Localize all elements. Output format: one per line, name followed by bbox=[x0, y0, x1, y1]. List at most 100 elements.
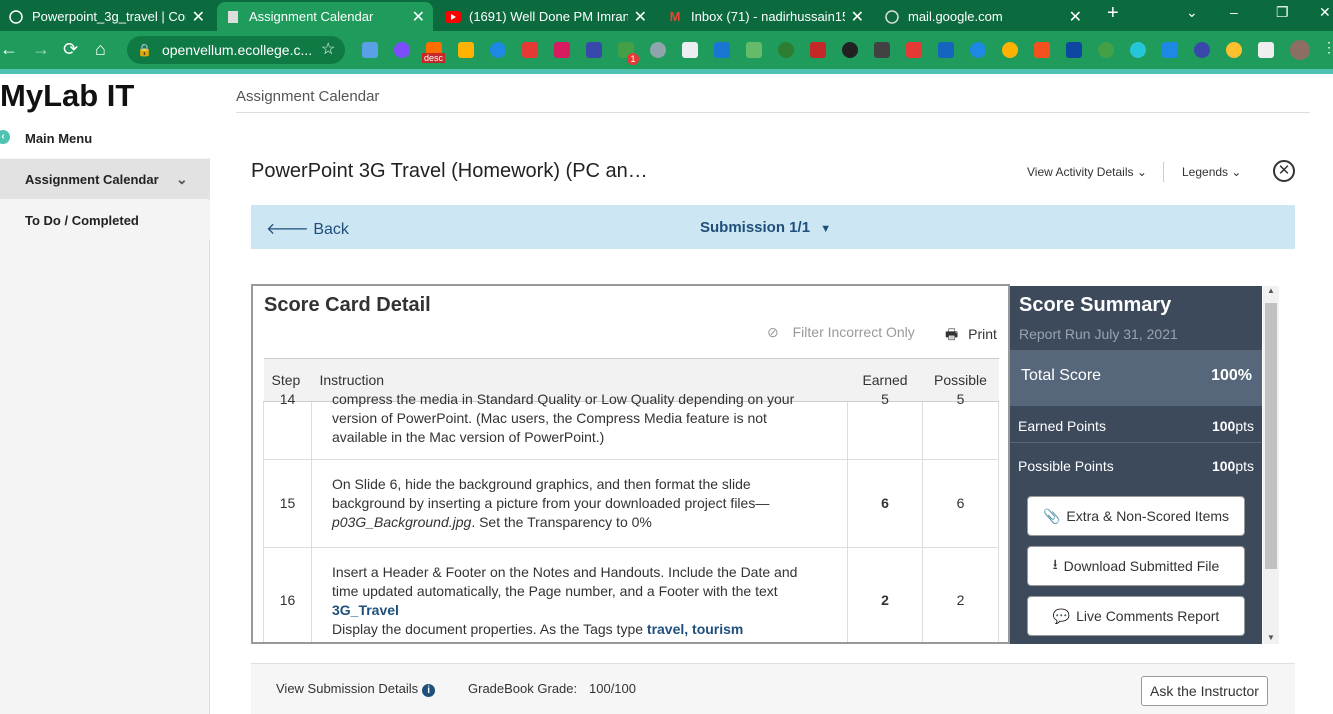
reload-icon[interactable]: ⟳ bbox=[63, 39, 78, 60]
back-arrow-icon[interactable]: ← bbox=[0, 39, 18, 60]
extension-icon[interactable] bbox=[554, 42, 570, 58]
submission-selector[interactable]: Submission 1/1 ▼ bbox=[700, 219, 831, 236]
browser-tab[interactable]: M Inbox (71) - nadirhussain15ar ✕ bbox=[659, 2, 872, 31]
extension-icon[interactable] bbox=[1226, 42, 1242, 58]
sidebar-item-main-menu[interactable]: ‹ Main Menu bbox=[0, 118, 210, 158]
minimize-icon[interactable]: – bbox=[1230, 4, 1238, 20]
instruction-line: Display the document properties. As the … bbox=[332, 620, 827, 639]
extension-icon[interactable] bbox=[650, 42, 666, 58]
close-tab-icon[interactable]: ✕ bbox=[412, 7, 425, 27]
extension-badge: desc bbox=[422, 53, 446, 63]
browser-tab[interactable]: mail.google.com ✕ bbox=[876, 2, 1090, 31]
extension-icon[interactable] bbox=[1002, 42, 1018, 58]
scroll-up-icon[interactable]: ▲ bbox=[1267, 286, 1275, 295]
total-score-value: 100% bbox=[1211, 367, 1252, 384]
tab-title: mail.google.com bbox=[908, 9, 1003, 24]
scrollbar[interactable]: ▲ ▼ bbox=[1263, 286, 1279, 644]
ask-instructor-button[interactable]: Ask the Instructor bbox=[1141, 676, 1268, 706]
tab-title: Powerpoint_3g_travel | Comp bbox=[32, 9, 186, 24]
home-icon[interactable]: ⌂ bbox=[95, 39, 106, 60]
instruction-text: . Set the Transparency to 0% bbox=[471, 514, 652, 530]
view-activity-details-dropdown[interactable]: View Activity Details ⌄ bbox=[1027, 165, 1147, 179]
print-button[interactable]: 🖶 Print bbox=[945, 324, 997, 348]
extension-icon[interactable] bbox=[810, 42, 826, 58]
points-unit: pts bbox=[1235, 458, 1254, 474]
app-brand: MyLab IT bbox=[0, 74, 210, 118]
instruction-line: available in the Mac version of PowerPoi… bbox=[331, 429, 605, 445]
sidebar-item-todo-completed[interactable]: To Do / Completed bbox=[0, 200, 210, 240]
score-table-container[interactable]: Step Instruction Earned Possible 14 comp… bbox=[263, 358, 999, 642]
extension-icon[interactable] bbox=[1098, 42, 1114, 58]
browser-tab-active[interactable]: Assignment Calendar ✕ bbox=[217, 2, 433, 31]
new-tab-icon[interactable]: + bbox=[1107, 2, 1119, 25]
more-menu-icon[interactable]: ⋮ bbox=[1322, 39, 1333, 56]
extension-icon[interactable] bbox=[1130, 42, 1146, 58]
tab-search-icon[interactable]: ⌄ bbox=[1186, 4, 1198, 21]
scrollbar-thumb[interactable] bbox=[1265, 303, 1277, 569]
earned-cell: 5 bbox=[847, 391, 923, 460]
extension-icon[interactable] bbox=[746, 42, 762, 58]
filter-incorrect-toggle[interactable]: ⊘ Filter Incorrect Only bbox=[767, 324, 915, 341]
extension-icon[interactable] bbox=[682, 42, 698, 58]
extension-icon[interactable] bbox=[1034, 42, 1050, 58]
browser-toolbar: ← → ⟳ ⌂ 🔒 openvellum.ecollege.c... ☆ des… bbox=[0, 31, 1333, 69]
extension-icon[interactable] bbox=[778, 42, 794, 58]
download-submitted-file-button[interactable]: ⭳ Download Submitted File bbox=[1027, 546, 1245, 586]
close-tab-icon[interactable]: ✕ bbox=[1069, 7, 1082, 27]
scroll-down-icon[interactable]: ▼ bbox=[1267, 633, 1275, 642]
extension-icon[interactable] bbox=[714, 42, 730, 58]
submission-bar: 🡐 Back Submission 1/1 ▼ bbox=[251, 205, 1295, 249]
extension-icon[interactable] bbox=[938, 42, 954, 58]
extension-icon[interactable] bbox=[874, 42, 890, 58]
score-summary-title: Score Summary bbox=[1019, 294, 1172, 316]
puzzle-icon[interactable] bbox=[1258, 42, 1274, 58]
extension-icon[interactable] bbox=[842, 42, 858, 58]
extension-icon[interactable] bbox=[1194, 42, 1210, 58]
possible-cell: 2 bbox=[922, 547, 999, 642]
extension-icon[interactable] bbox=[394, 42, 410, 58]
extension-icon[interactable] bbox=[906, 42, 922, 58]
view-submission-details-link[interactable]: View Submission Details i bbox=[276, 681, 436, 697]
filter-label: Filter Incorrect Only bbox=[792, 324, 915, 340]
possible-value: 5 bbox=[956, 391, 965, 407]
legends-dropdown[interactable]: Legends ⌄ bbox=[1182, 165, 1241, 179]
close-window-icon[interactable]: ✕ bbox=[1319, 4, 1331, 21]
browser-tab[interactable]: Powerpoint_3g_travel | Comp ✕ bbox=[0, 2, 213, 31]
step-cell: 14 bbox=[263, 391, 312, 460]
close-tab-icon[interactable]: ✕ bbox=[851, 7, 864, 27]
possible-points-value: 100pts bbox=[1212, 458, 1254, 474]
possible-cell: 6 bbox=[922, 459, 999, 548]
chevron-down-icon[interactable]: ⌄ bbox=[176, 171, 188, 188]
earned-points-number: 100 bbox=[1211, 418, 1236, 434]
step-cell: 16 bbox=[263, 547, 312, 642]
extension-icon[interactable] bbox=[586, 42, 602, 58]
table-row: 14 compress the media in Standard Qualit… bbox=[263, 391, 999, 460]
extension-icon[interactable] bbox=[1162, 42, 1178, 58]
gmail-icon: M bbox=[669, 9, 681, 24]
extension-icon[interactable] bbox=[522, 42, 538, 58]
maximize-icon[interactable]: ❐ bbox=[1276, 4, 1289, 21]
instruction-line: p03G_Background.jpg. Set the Transparenc… bbox=[332, 513, 827, 532]
chevron-left-icon: ‹ bbox=[0, 130, 10, 144]
forward-arrow-icon[interactable]: → bbox=[32, 39, 50, 60]
extra-non-scored-button[interactable]: 📎 Extra & Non-Scored Items bbox=[1027, 496, 1245, 536]
info-icon[interactable]: i bbox=[422, 684, 436, 697]
back-button[interactable]: 🡐 Back bbox=[266, 218, 349, 239]
address-bar[interactable]: 🔒 openvellum.ecollege.c... bbox=[127, 36, 345, 64]
extension-icon[interactable] bbox=[362, 42, 378, 58]
button-label: Extra & Non-Scored Items bbox=[1066, 508, 1230, 524]
close-tab-icon[interactable]: ✕ bbox=[192, 7, 205, 27]
avatar[interactable] bbox=[1290, 40, 1310, 60]
breadcrumb[interactable]: Assignment Calendar bbox=[236, 88, 379, 105]
extension-icon[interactable] bbox=[490, 42, 506, 58]
bookmark-star-icon[interactable]: ☆ bbox=[321, 39, 335, 59]
close-icon[interactable]: ✕ bbox=[1273, 160, 1295, 182]
extension-icon[interactable] bbox=[458, 42, 474, 58]
live-comments-report-button[interactable]: 💬 Live Comments Report bbox=[1027, 596, 1245, 636]
extension-icon[interactable] bbox=[1066, 42, 1082, 58]
extension-icon[interactable] bbox=[970, 42, 986, 58]
extension-count-badge: 1 bbox=[627, 53, 639, 65]
sidebar-item-assignment-calendar[interactable]: Assignment Calendar ⌄ bbox=[0, 159, 210, 199]
close-tab-icon[interactable]: ✕ bbox=[634, 7, 647, 27]
browser-tab[interactable]: (1691) Well Done PM Imran K ✕ bbox=[437, 2, 655, 31]
